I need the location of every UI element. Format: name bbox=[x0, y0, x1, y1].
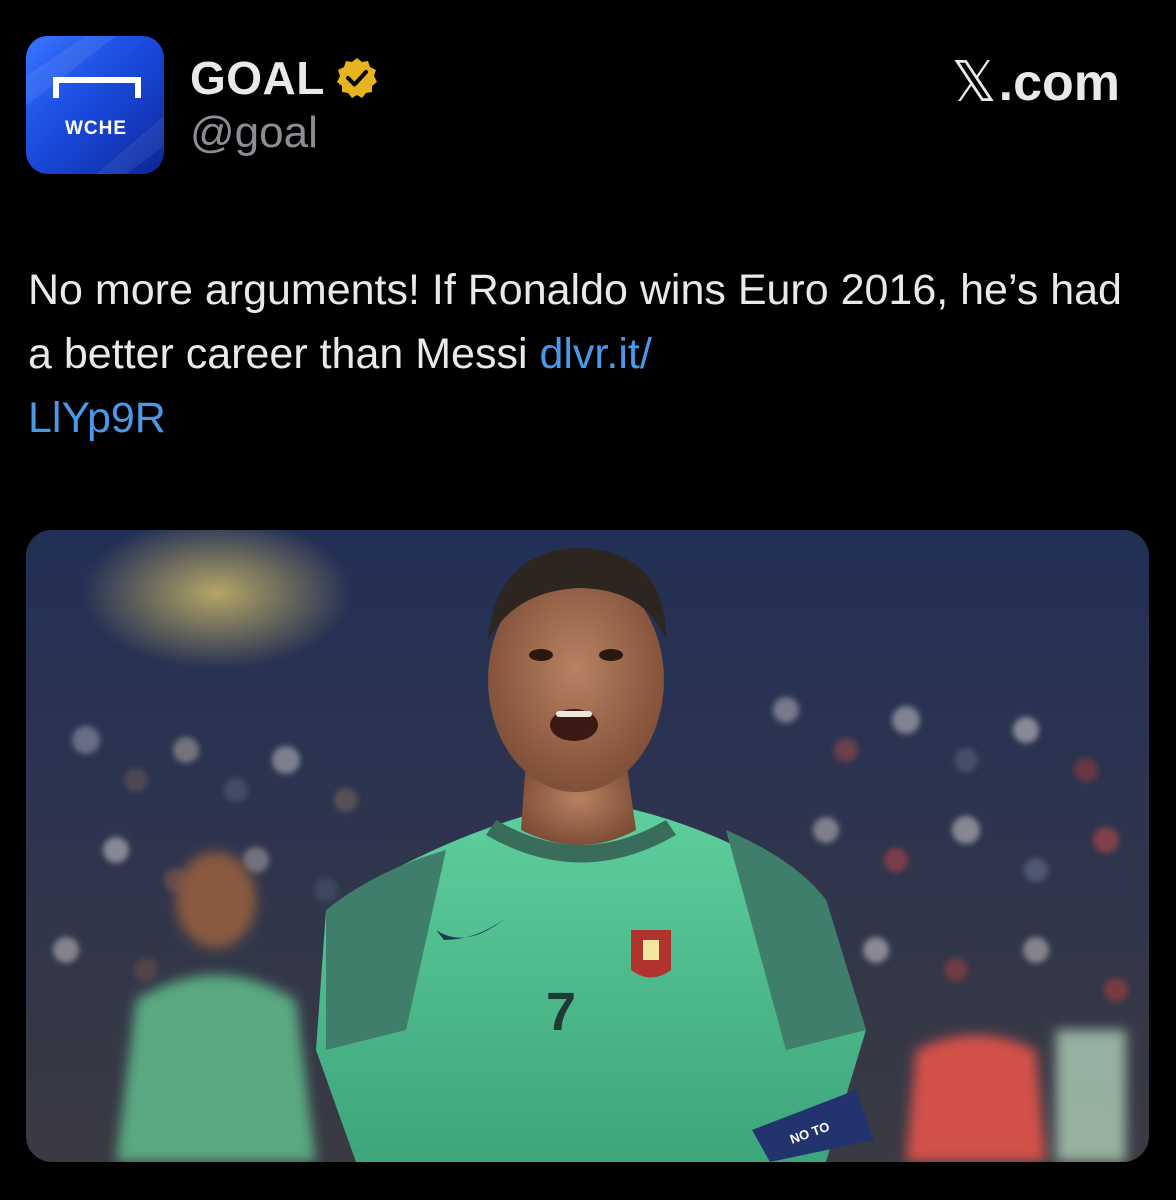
account-avatar[interactable]: WCHE bbox=[26, 36, 164, 174]
account-handle[interactable]: @goal bbox=[190, 108, 318, 158]
display-name[interactable]: GOAL bbox=[190, 51, 325, 105]
tweet-link-part2[interactable]: LlYp9R bbox=[28, 394, 166, 442]
tweet-card: WCHE GOAL @goal 𝕏 .com No more arguments… bbox=[0, 0, 1176, 1200]
platform-brand: 𝕏 .com bbox=[952, 50, 1121, 115]
platform-suffix: .com bbox=[998, 53, 1120, 112]
tweet-text: No more arguments! If Ronaldo wins Euro … bbox=[28, 258, 1148, 450]
jersey-number: 7 bbox=[546, 982, 576, 1042]
player-photo: 7 NO TO bbox=[26, 530, 1149, 1162]
tweet-link-part1[interactable]: dlvr.it/ bbox=[539, 330, 651, 378]
goal-logo-icon: WCHE bbox=[26, 36, 164, 174]
tweet-media-image[interactable]: 7 NO TO bbox=[26, 530, 1149, 1162]
account-name-row[interactable]: GOAL bbox=[190, 50, 379, 106]
avatar-wordmark: WCHE bbox=[65, 118, 127, 139]
verified-badge-icon bbox=[336, 58, 377, 98]
x-logo-icon: 𝕏 bbox=[951, 50, 997, 115]
